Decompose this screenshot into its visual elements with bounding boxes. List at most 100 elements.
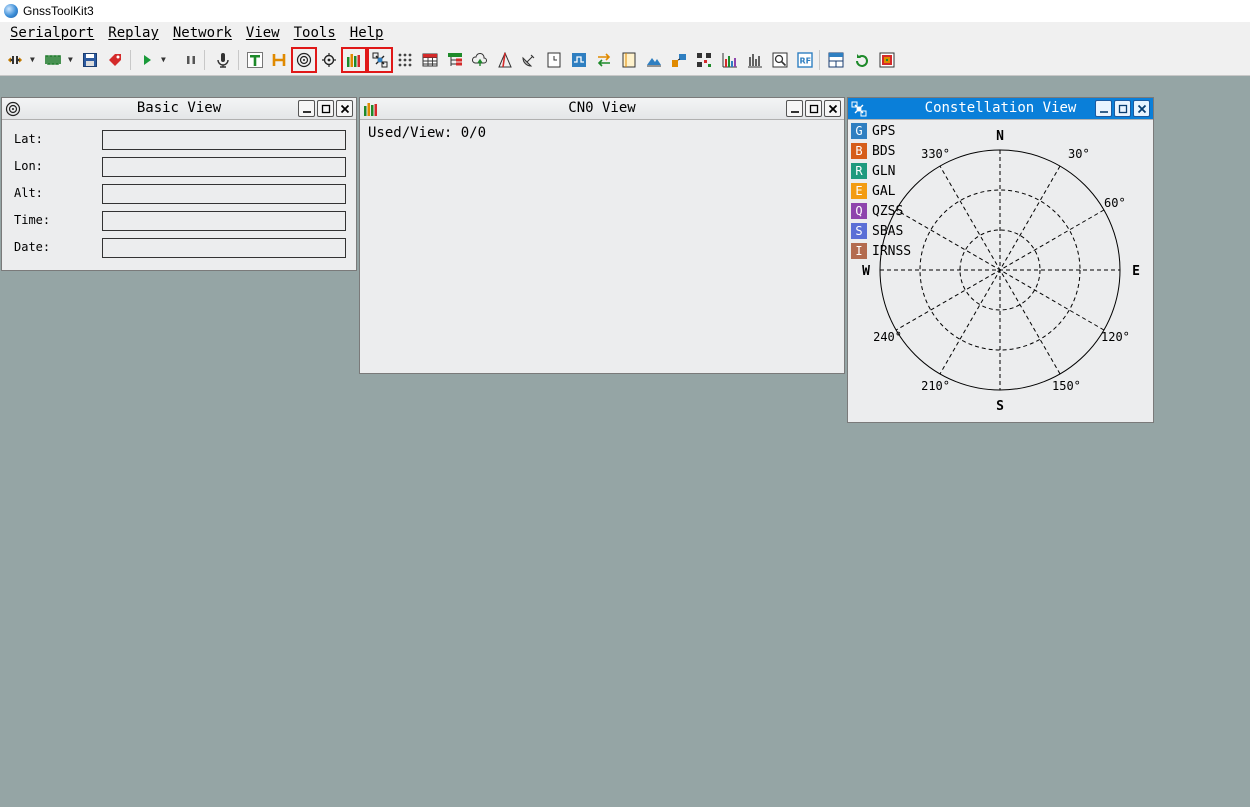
compass-north: N xyxy=(996,129,1004,144)
menu-view[interactable]: View xyxy=(246,25,280,41)
app-title: GnssToolKit3 xyxy=(23,4,94,18)
table-view-icon[interactable] xyxy=(421,51,439,69)
dots-grid-icon[interactable] xyxy=(396,51,414,69)
save-icon[interactable] xyxy=(81,51,99,69)
bds-badge-icon: B xyxy=(851,143,867,159)
legend-gln[interactable]: R GLN xyxy=(851,162,895,180)
terrain-icon[interactable] xyxy=(645,51,663,69)
menu-replay[interactable]: Replay xyxy=(108,25,159,41)
close-button[interactable] xyxy=(336,100,353,117)
maximize-button[interactable] xyxy=(1114,100,1131,117)
refresh-icon[interactable] xyxy=(853,51,871,69)
menu-help[interactable]: Help xyxy=(350,25,384,41)
tag-icon[interactable] xyxy=(106,51,124,69)
menu-tools[interactable]: Tools xyxy=(294,25,336,41)
microphone-icon[interactable] xyxy=(214,51,232,69)
constellation-view-icon[interactable] xyxy=(367,47,393,73)
menu-network[interactable]: Network xyxy=(173,25,232,41)
toolbar-separator xyxy=(238,50,239,70)
close-icon xyxy=(340,104,349,113)
hex-view-icon[interactable] xyxy=(270,51,288,69)
legend-label-irnss: IRNSS xyxy=(872,243,912,259)
zoom-image-icon[interactable] xyxy=(771,51,789,69)
cn0-view-title: CN0 View xyxy=(568,100,636,116)
minimize-icon xyxy=(302,110,311,113)
time-label: Time: xyxy=(14,213,51,227)
connect-dropdown-arrow[interactable]: ▼ xyxy=(30,55,35,64)
color-palette-icon[interactable] xyxy=(878,51,896,69)
play-icon[interactable] xyxy=(138,51,156,69)
clock-page-icon[interactable] xyxy=(545,51,563,69)
cloud-upload-icon[interactable] xyxy=(471,51,489,69)
cn0-view-window: CN0 View Used/View: 0/0 xyxy=(359,97,845,374)
angle-label-30: 30° xyxy=(1068,147,1090,161)
minimize-button[interactable] xyxy=(786,100,803,117)
legend-gps[interactable]: G GPS xyxy=(851,122,895,140)
alt-label: Alt: xyxy=(14,186,43,200)
signal-wave-icon[interactable] xyxy=(44,51,62,69)
connect-port-icon[interactable] xyxy=(6,51,24,69)
close-icon xyxy=(828,104,837,113)
date-field xyxy=(102,238,346,258)
tree-view-icon[interactable] xyxy=(446,51,464,69)
maximize-button[interactable] xyxy=(805,100,822,117)
svg-text:RF: RF xyxy=(800,57,812,66)
antenna-icon[interactable] xyxy=(496,51,514,69)
close-button[interactable] xyxy=(1133,100,1150,117)
menu-serialport[interactable]: Serialport xyxy=(10,25,94,41)
legend-label-gal: GAL xyxy=(872,183,896,199)
basic-view-titlebar[interactable]: Basic View xyxy=(2,98,356,120)
used-view-count: Used/View: 0/0 xyxy=(368,125,487,141)
angle-label-210: 210° xyxy=(921,379,950,393)
minimize-button[interactable] xyxy=(1095,100,1112,117)
sbas-badge-icon: S xyxy=(851,223,867,239)
satellite-dish-icon[interactable] xyxy=(520,51,538,69)
legend-qzss[interactable]: Q QZSS xyxy=(851,202,903,220)
signal-dropdown-arrow[interactable]: ▼ xyxy=(68,55,73,64)
minimize-button[interactable] xyxy=(298,100,315,117)
legend-label-gln: GLN xyxy=(872,163,896,179)
legend-bds[interactable]: B BDS xyxy=(851,142,895,160)
pps-icon[interactable] xyxy=(570,51,588,69)
legend-sbas[interactable]: S SBAS xyxy=(851,222,903,240)
compass-south: S xyxy=(996,399,1004,414)
histogram-icon[interactable] xyxy=(721,51,739,69)
time-field xyxy=(102,211,346,231)
maximize-button[interactable] xyxy=(317,100,334,117)
lon-field xyxy=(102,157,346,177)
constellation-view-titlebar[interactable]: Constellation View xyxy=(848,98,1153,120)
maximize-icon xyxy=(321,104,330,113)
cn0-view-titlebar[interactable]: CN0 View xyxy=(360,98,844,120)
qzss-badge-icon: Q xyxy=(851,203,867,219)
toolbar: ▼ ▼ ▼ RF xyxy=(0,43,1250,76)
legend-gal[interactable]: E GAL xyxy=(851,182,895,200)
rf-icon[interactable]: RF xyxy=(796,51,814,69)
basic-view-icon[interactable] xyxy=(291,47,317,73)
position-view-icon[interactable] xyxy=(320,51,338,69)
constellation-view-window: Constellation View N E S W 30° 60° 120° … xyxy=(847,97,1154,423)
qr-grid-icon[interactable] xyxy=(695,51,713,69)
bar-chart-icon[interactable] xyxy=(746,51,764,69)
swap-arrows-icon[interactable] xyxy=(595,51,613,69)
window-layout-icon[interactable] xyxy=(827,51,845,69)
app-globe-icon xyxy=(4,4,18,18)
irnss-badge-icon: I xyxy=(851,243,867,259)
lat-label: Lat: xyxy=(14,132,43,146)
legend-irnss[interactable]: I IRNSS xyxy=(851,242,911,260)
legend-label-gps: GPS xyxy=(872,123,896,139)
gal-badge-icon: E xyxy=(851,183,867,199)
angle-label-330: 330° xyxy=(921,147,950,161)
cn0-view-icon[interactable] xyxy=(341,47,367,73)
text-view-icon[interactable] xyxy=(246,51,264,69)
app-title-bar: GnssToolKit3 xyxy=(0,0,1250,22)
pause-icon[interactable] xyxy=(182,51,200,69)
minimize-icon xyxy=(1099,110,1108,113)
compass-west: W xyxy=(862,264,870,279)
angle-label-60: 60° xyxy=(1104,196,1126,210)
notebook-icon[interactable] xyxy=(620,51,638,69)
device-link-icon[interactable] xyxy=(670,51,688,69)
gln-badge-icon: R xyxy=(851,163,867,179)
legend-label-qzss: QZSS xyxy=(872,203,904,219)
play-dropdown-arrow[interactable]: ▼ xyxy=(161,55,166,64)
close-button[interactable] xyxy=(824,100,841,117)
